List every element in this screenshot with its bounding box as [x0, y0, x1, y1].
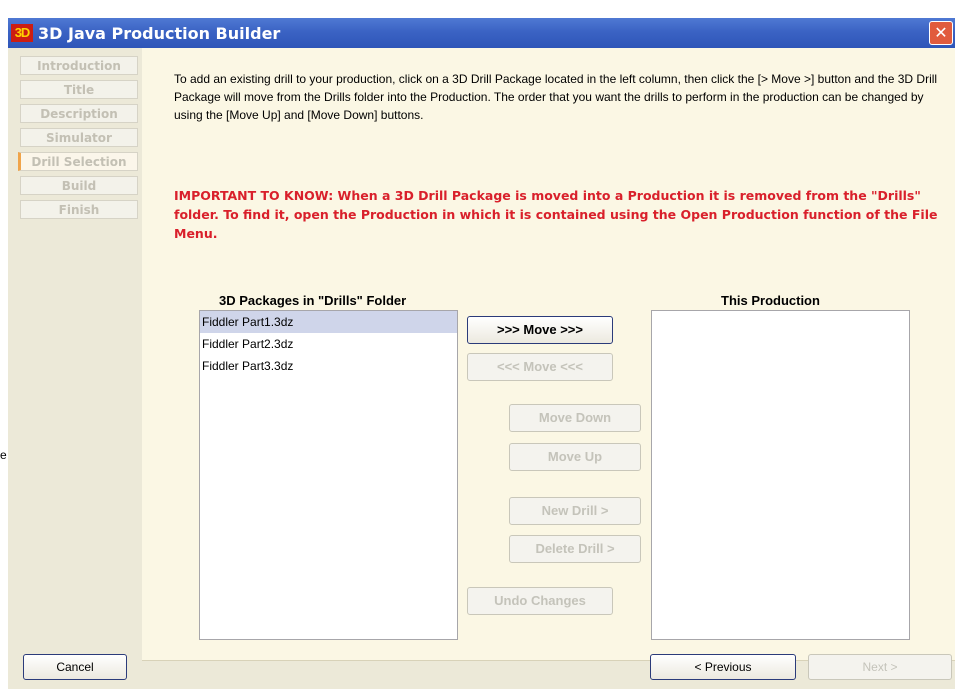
step-title: Title [20, 80, 138, 99]
step-introduction: Introduction [20, 56, 138, 75]
next-button[interactable]: Next > [808, 654, 952, 680]
delete-drill-button[interactable]: Delete Drill > [509, 535, 641, 563]
window-title: 3D Java Production Builder [38, 24, 281, 43]
app-logo-icon: 3D [11, 24, 33, 42]
production-listbox[interactable] [651, 310, 910, 640]
main-content: To add an existing drill to your product… [142, 48, 955, 661]
list-item[interactable]: Fiddler Part3.3dz [200, 355, 457, 377]
move-left-button[interactable]: <<< Move <<< [467, 353, 613, 381]
move-right-button[interactable]: >>> Move >>> [467, 316, 613, 344]
previous-button[interactable]: < Previous [650, 654, 796, 680]
step-description: Description [20, 104, 138, 123]
undo-changes-button[interactable]: Undo Changes [467, 587, 613, 615]
important-notice: IMPORTANT TO KNOW: When a 3D Drill Packa… [174, 188, 938, 241]
new-drill-button[interactable]: New Drill > [509, 497, 641, 525]
production-column-header: This Production [721, 293, 820, 308]
close-icon[interactable]: ✕ [929, 21, 953, 45]
step-simulator: Simulator [20, 128, 138, 147]
step-build: Build [20, 176, 138, 195]
wizard-window: 3D 3D Java Production Builder ✕ Introduc… [8, 18, 955, 689]
wizard-steps-sidebar: Introduction Title Description Simulator… [8, 48, 142, 660]
move-up-button[interactable]: Move Up [509, 443, 641, 471]
stray-text: e [0, 448, 7, 462]
list-item[interactable]: Fiddler Part2.3dz [200, 333, 457, 355]
step-drill-selection: Drill Selection [18, 152, 138, 171]
list-item[interactable]: Fiddler Part1.3dz [200, 311, 457, 333]
instructions-text: To add an existing drill to your product… [174, 72, 938, 122]
cancel-button[interactable]: Cancel [23, 654, 127, 680]
move-down-button[interactable]: Move Down [509, 404, 641, 432]
step-finish: Finish [20, 200, 138, 219]
title-bar[interactable]: 3D 3D Java Production Builder ✕ [8, 18, 955, 49]
drills-listbox[interactable]: Fiddler Part1.3dz Fiddler Part2.3dz Fidd… [199, 310, 458, 640]
drills-column-header: 3D Packages in "Drills" Folder [219, 293, 407, 308]
